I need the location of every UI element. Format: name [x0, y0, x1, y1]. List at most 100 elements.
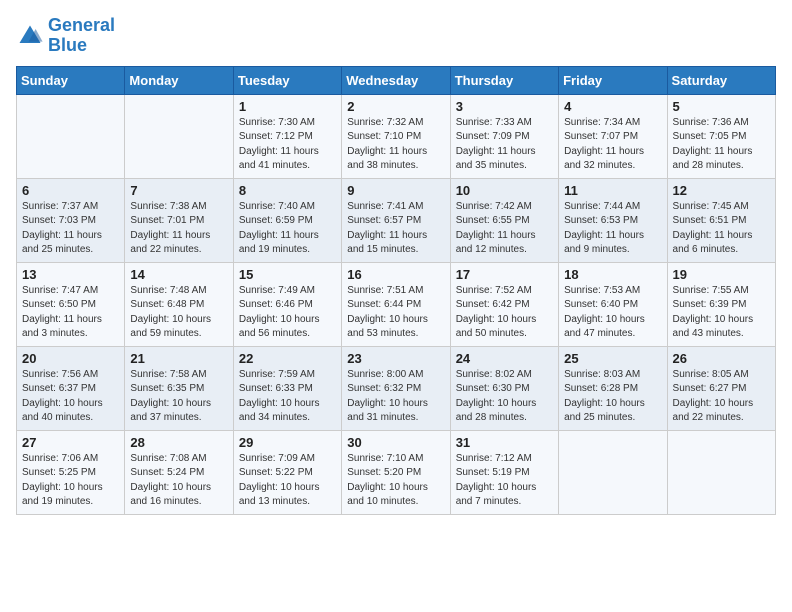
- calendar-cell: 16Sunrise: 7:51 AMSunset: 6:44 PMDayligh…: [342, 262, 450, 346]
- calendar-cell: 18 Sunrise: 7:53 AMSunset: 6:40 PMDayligh…: [559, 262, 667, 346]
- day-info: Sunrise: 7:41 AMSunset: 6:57 PMDaylight:…: [347, 200, 444, 258]
- day-number: 15: [239, 267, 336, 282]
- calendar-cell: 29 Sunrise: 7:09 AMSunset: 5:22 PMDayligh…: [233, 430, 341, 514]
- day-number: 12: [673, 183, 770, 198]
- calendar-cell: 9 Sunrise: 7:41 AMSunset: 6:57 PMDaylight…: [342, 178, 450, 262]
- calendar-cell: 3 Sunrise: 7:33 AMSunset: 7:09 PMDaylight…: [450, 94, 558, 178]
- day-number: 23: [347, 351, 444, 366]
- day-number: 17: [456, 267, 553, 282]
- day-info: Sunrise: 7:44 AMSunset: 6:53 PMDaylight:…: [564, 200, 661, 258]
- calendar-cell: 24Sunrise: 8:02 AMSunset: 6:30 PMDayligh…: [450, 346, 558, 430]
- calendar-cell: 27Sunrise: 7:06 AMSunset: 5:25 PMDayligh…: [17, 430, 125, 514]
- calendar-cell: 26Sunrise: 8:05 AMSunset: 6:27 PMDayligh…: [667, 346, 775, 430]
- day-info: Sunrise: 7:40 AMSunset: 6:59 PMDaylight:…: [239, 200, 336, 258]
- day-info: Sunrise: 7:58 AMSunset: 6:35 PMDaylight:…: [130, 368, 227, 426]
- calendar-cell: 20 Sunrise: 7:56 AMSunset: 6:37 PMDayligh…: [17, 346, 125, 430]
- day-number: 14: [130, 267, 227, 282]
- logo-icon: [16, 22, 44, 50]
- day-info: Sunrise: 7:34 AMSunset: 7:07 PMDaylight:…: [564, 116, 661, 174]
- day-header-sunday: Sunday: [17, 66, 125, 94]
- day-info: Sunrise: 7:12 AMSunset: 5:19 PMDaylight:…: [456, 452, 553, 510]
- calendar-cell: 30 Sunrise: 7:10 AMSunset: 5:20 PMDayligh…: [342, 430, 450, 514]
- day-info: Sunrise: 7:49 AMSunset: 6:46 PMDaylight:…: [239, 284, 336, 342]
- day-number: 13: [22, 267, 119, 282]
- calendar-cell: 1 Sunrise: 7:30 AMSunset: 7:12 PMDaylight…: [233, 94, 341, 178]
- calendar-cell: 14 Sunrise: 7:48 AMSunset: 6:48 PMDayligh…: [125, 262, 233, 346]
- day-header-saturday: Saturday: [667, 66, 775, 94]
- calendar-cell: 22Sunrise: 7:59 AMSunset: 6:33 PMDayligh…: [233, 346, 341, 430]
- day-info: Sunrise: 7:32 AMSunset: 7:10 PMDaylight:…: [347, 116, 444, 174]
- day-header-monday: Monday: [125, 66, 233, 94]
- calendar-cell: 12 Sunrise: 7:45 AMSunset: 6:51 PMDayligh…: [667, 178, 775, 262]
- calendar-cell: 21 Sunrise: 7:58 AMSunset: 6:35 PMDayligh…: [125, 346, 233, 430]
- day-info: Sunrise: 7:38 AMSunset: 7:01 PMDaylight:…: [130, 200, 227, 258]
- calendar-cell: 5 Sunrise: 7:36 AMSunset: 7:05 PMDaylight…: [667, 94, 775, 178]
- day-info: Sunrise: 7:51 AMSunset: 6:44 PMDaylight:…: [347, 284, 444, 342]
- day-info: Sunrise: 7:47 AMSunset: 6:50 PMDaylight:…: [22, 284, 119, 342]
- day-number: 11: [564, 183, 661, 198]
- day-number: 9: [347, 183, 444, 198]
- day-info: Sunrise: 7:48 AMSunset: 6:48 PMDaylight:…: [130, 284, 227, 342]
- calendar-week-5: 27Sunrise: 7:06 AMSunset: 5:25 PMDayligh…: [17, 430, 776, 514]
- calendar-cell: [125, 94, 233, 178]
- day-number: 18: [564, 267, 661, 282]
- calendar-cell: [17, 94, 125, 178]
- day-info: Sunrise: 7:56 AMSunset: 6:37 PMDaylight:…: [22, 368, 119, 426]
- day-number: 8: [239, 183, 336, 198]
- day-number: 25: [564, 351, 661, 366]
- day-info: Sunrise: 7:10 AMSunset: 5:20 PMDaylight:…: [347, 452, 444, 510]
- day-number: 2: [347, 99, 444, 114]
- calendar-header: SundayMondayTuesdayWednesdayThursdayFrid…: [17, 66, 776, 94]
- calendar-cell: 7 Sunrise: 7:38 AMSunset: 7:01 PMDaylight…: [125, 178, 233, 262]
- day-info: Sunrise: 7:53 AMSunset: 6:40 PMDaylight:…: [564, 284, 661, 342]
- calendar-cell: 31 Sunrise: 7:12 AMSunset: 5:19 PMDayligh…: [450, 430, 558, 514]
- calendar-cell: 2 Sunrise: 7:32 AMSunset: 7:10 PMDaylight…: [342, 94, 450, 178]
- day-info: Sunrise: 7:08 AMSunset: 5:24 PMDaylight:…: [130, 452, 227, 510]
- calendar-cell: 6 Sunrise: 7:37 AMSunset: 7:03 PMDaylight…: [17, 178, 125, 262]
- calendar-cell: 15 Sunrise: 7:49 AMSunset: 6:46 PMDayligh…: [233, 262, 341, 346]
- logo-text: General Blue: [48, 16, 115, 56]
- day-info: Sunrise: 7:52 AMSunset: 6:42 PMDaylight:…: [456, 284, 553, 342]
- day-info: Sunrise: 8:00 AMSunset: 6:32 PMDaylight:…: [347, 368, 444, 426]
- calendar-cell: 19 Sunrise: 7:55 AMSunset: 6:39 PMDayligh…: [667, 262, 775, 346]
- calendar-cell: 23 Sunrise: 8:00 AMSunset: 6:32 PMDayligh…: [342, 346, 450, 430]
- calendar-cell: 25 Sunrise: 8:03 AMSunset: 6:28 PMDayligh…: [559, 346, 667, 430]
- calendar-week-1: 1 Sunrise: 7:30 AMSunset: 7:12 PMDaylight…: [17, 94, 776, 178]
- day-number: 7: [130, 183, 227, 198]
- day-number: 30: [347, 435, 444, 450]
- calendar-table: SundayMondayTuesdayWednesdayThursdayFrid…: [16, 66, 776, 515]
- day-info: Sunrise: 7:55 AMSunset: 6:39 PMDaylight:…: [673, 284, 770, 342]
- calendar-week-4: 20 Sunrise: 7:56 AMSunset: 6:37 PMDayligh…: [17, 346, 776, 430]
- calendar-cell: 11 Sunrise: 7:44 AMSunset: 6:53 PMDayligh…: [559, 178, 667, 262]
- calendar-week-3: 13 Sunrise: 7:47 AMSunset: 6:50 PMDayligh…: [17, 262, 776, 346]
- day-number: 21: [130, 351, 227, 366]
- day-info: Sunrise: 8:03 AMSunset: 6:28 PMDaylight:…: [564, 368, 661, 426]
- day-number: 5: [673, 99, 770, 114]
- calendar-cell: 28Sunrise: 7:08 AMSunset: 5:24 PMDayligh…: [125, 430, 233, 514]
- day-number: 6: [22, 183, 119, 198]
- calendar-cell: 4Sunrise: 7:34 AMSunset: 7:07 PMDaylight…: [559, 94, 667, 178]
- day-header-tuesday: Tuesday: [233, 66, 341, 94]
- day-number: 1: [239, 99, 336, 114]
- day-info: Sunrise: 7:37 AMSunset: 7:03 PMDaylight:…: [22, 200, 119, 258]
- day-number: 26: [673, 351, 770, 366]
- calendar-cell: 17 Sunrise: 7:52 AMSunset: 6:42 PMDayligh…: [450, 262, 558, 346]
- day-info: Sunrise: 7:30 AMSunset: 7:12 PMDaylight:…: [239, 116, 336, 174]
- day-number: 24: [456, 351, 553, 366]
- day-info: Sunrise: 7:33 AMSunset: 7:09 PMDaylight:…: [456, 116, 553, 174]
- day-number: 19: [673, 267, 770, 282]
- calendar-cell: 10Sunrise: 7:42 AMSunset: 6:55 PMDayligh…: [450, 178, 558, 262]
- day-number: 27: [22, 435, 119, 450]
- calendar-cell: [559, 430, 667, 514]
- day-info: Sunrise: 7:36 AMSunset: 7:05 PMDaylight:…: [673, 116, 770, 174]
- day-number: 31: [456, 435, 553, 450]
- day-info: Sunrise: 7:42 AMSunset: 6:55 PMDaylight:…: [456, 200, 553, 258]
- day-header-friday: Friday: [559, 66, 667, 94]
- day-number: 3: [456, 99, 553, 114]
- calendar-cell: 13 Sunrise: 7:47 AMSunset: 6:50 PMDayligh…: [17, 262, 125, 346]
- day-number: 20: [22, 351, 119, 366]
- day-info: Sunrise: 7:09 AMSunset: 5:22 PMDaylight:…: [239, 452, 336, 510]
- day-number: 29: [239, 435, 336, 450]
- calendar-cell: 8 Sunrise: 7:40 AMSunset: 6:59 PMDaylight…: [233, 178, 341, 262]
- day-info: Sunrise: 7:45 AMSunset: 6:51 PMDaylight:…: [673, 200, 770, 258]
